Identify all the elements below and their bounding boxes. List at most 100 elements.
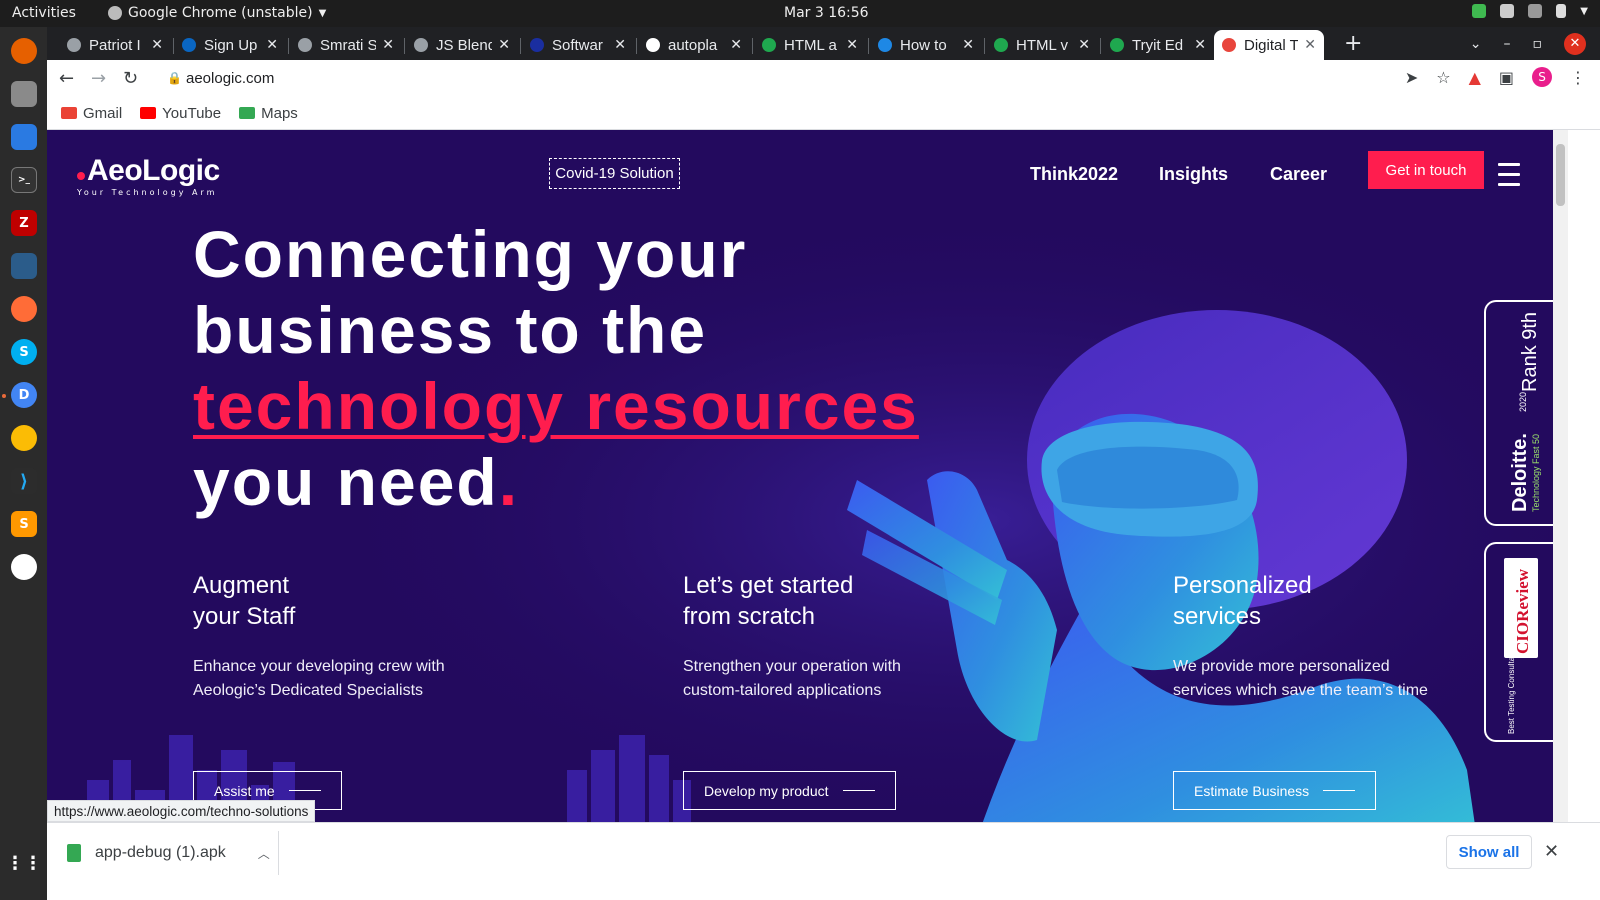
nav-think2022[interactable]: Think2022 [1030,164,1118,185]
clock[interactable]: Mar 3 16:56 [784,5,869,21]
maximize-icon[interactable]: ▫ [1533,36,1543,52]
close-window-icon[interactable]: ✕ [1564,32,1586,55]
tab-favicon-icon [646,38,660,52]
tab-favicon-icon [1110,38,1124,52]
develop-product-button[interactable]: Develop my product [683,771,896,810]
postman-icon[interactable] [11,296,37,322]
tab-close-icon[interactable]: ✕ [266,37,278,53]
browser-tab[interactable]: JS Blend ✕ [406,30,518,60]
browser-tab[interactable]: Digital T ✕ [1214,30,1324,60]
browser-tab[interactable]: Softwar ✕ [522,30,634,60]
estimate-business-button[interactable]: Estimate Business [1173,771,1377,810]
page-viewport: AeoLogic Your Technology Arm Covid-19 So… [47,130,1553,839]
column-title: services [1173,603,1262,630]
sublime-icon[interactable]: S [11,511,37,537]
chrome-icon [108,6,122,20]
browser-tab[interactable]: Tryit Ed ✕ [1102,30,1214,60]
show-all-downloads-button[interactable]: Show all [1446,835,1532,869]
extension-icon[interactable]: ▲ [1469,68,1481,87]
get-in-touch-button[interactable]: Get in touch [1368,151,1484,189]
scrollbar-thumb[interactable] [1556,144,1565,206]
update-icon [1472,4,1487,18]
skype-icon[interactable]: S [11,339,37,365]
files-icon[interactable] [11,81,37,107]
tab-close-icon[interactable]: ✕ [614,37,626,53]
tab-favicon-icon [67,38,81,52]
reload-icon[interactable]: ↻ [123,68,138,89]
app-menu[interactable]: Google Chrome (unstable) ▼ [108,5,326,21]
tab-close-icon[interactable]: ✕ [1194,37,1206,53]
column-title: Augment [193,572,290,599]
menu-icon[interactable]: ⋮ [1570,68,1586,87]
star-icon[interactable]: ☆ [1436,68,1450,87]
new-tab-button[interactable]: + [1344,31,1362,56]
activities-button[interactable]: Activities [12,5,76,21]
button-label: Develop my product [704,782,829,799]
tab-close-icon[interactable]: ✕ [846,37,858,53]
bookmark-label: YouTube [162,104,222,122]
browser-tab[interactable]: How to ✕ [870,30,982,60]
tab-close-icon[interactable]: ✕ [498,37,510,53]
download-filename: app-debug (1).apk [95,844,226,861]
profile-avatar[interactable]: S [1532,67,1552,87]
browser-tab[interactable]: Patriot I ✕ [59,30,171,60]
firefox-icon[interactable] [11,38,37,64]
covid-solution-button[interactable]: Covid-19 Solution [549,158,680,189]
browser-tab[interactable]: HTML a ✕ [754,30,866,60]
filezilla-icon[interactable]: Z [11,210,37,236]
inkscape-icon[interactable] [11,554,37,580]
tab-close-icon[interactable]: ✕ [382,37,394,53]
tab-close-icon[interactable]: ✕ [151,37,163,53]
nav-insights[interactable]: Insights [1159,164,1228,185]
headline-highlight-link[interactable]: technology resources [193,369,919,443]
system-top-bar: Activities Google Chrome (unstable) ▼ Ma… [0,0,1600,27]
side-panel-icon[interactable]: ▣ [1499,68,1514,87]
docs-icon[interactable] [11,124,37,150]
minimize-icon[interactable]: – [1504,36,1511,52]
browser-tab[interactable]: Smrati S ✕ [290,30,402,60]
hamburger-menu-icon[interactable] [1498,163,1520,193]
forward-icon[interactable]: → [91,68,106,89]
browser-tab[interactable]: Sign Up ✕ [174,30,286,60]
youtube-icon [140,107,157,119]
tab-separator [636,38,637,54]
tab-favicon-icon [182,38,196,52]
column-title: Personalized [1173,572,1312,599]
tab-close-icon[interactable]: ✕ [730,37,742,53]
cioreview-badge[interactable]: CIOReview Best Testing Consultant of 202… [1484,542,1553,742]
vscode-icon[interactable]: ⟩ [11,468,37,494]
address-bar[interactable]: aeologic.com [186,70,274,87]
page-scrollbar[interactable] [1553,130,1568,839]
download-item[interactable]: app-debug (1).apk ︿ [53,831,279,875]
terminal-icon[interactable]: >_ [11,167,37,193]
send-icon[interactable]: ➤ [1405,68,1418,87]
close-shelf-icon[interactable]: ✕ [1544,841,1559,862]
browser-tab[interactable]: HTML v ✕ [986,30,1098,60]
browser-tab[interactable]: autopla ✕ [638,30,750,60]
back-icon[interactable]: ← [59,68,74,89]
deloitte-rank-badge[interactable]: Deloitte. Technology Fast 50 2020 Rank 9… [1484,300,1553,526]
column-body: We provide more personalized services wh… [1173,658,1428,699]
tab-search-icon[interactable]: ⌄ [1470,36,1482,52]
bookmark-youtube[interactable]: YouTube [140,105,221,122]
system-tray[interactable]: ▼ [1472,4,1588,18]
battery-icon [1556,4,1567,18]
tab-title: HTML v [1016,36,1068,54]
chrome-dev-icon[interactable]: D [11,382,37,408]
tab-favicon-icon [298,38,312,52]
show-apps-icon[interactable]: ⋮⋮ [6,850,42,876]
workbench-icon[interactable] [11,253,37,279]
bookmark-maps[interactable]: Maps [239,105,298,122]
lock-icon[interactable]: 🔒 [167,71,182,85]
site-logo[interactable]: AeoLogic Your Technology Arm [77,154,220,197]
chevron-up-icon[interactable]: ︿ [258,845,270,862]
chrome-icon[interactable] [11,425,37,451]
column-title: your Staff [193,603,296,630]
nav-career[interactable]: Career [1270,164,1327,185]
tab-close-icon[interactable]: ✕ [962,37,974,53]
deloitte-year: 2020 [1518,392,1528,412]
bookmark-gmail[interactable]: Gmail [61,105,122,122]
maps-icon [239,107,256,119]
tab-close-icon[interactable]: ✕ [1078,37,1090,53]
tab-close-icon[interactable]: ✕ [1304,37,1316,53]
